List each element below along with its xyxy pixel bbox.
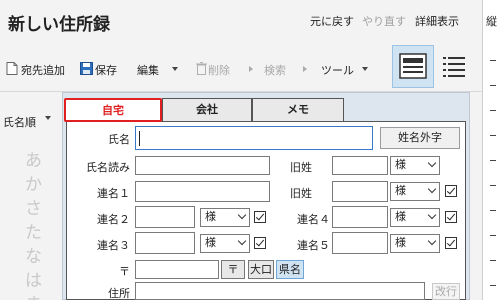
maiden-name-input[interactable] (332, 156, 388, 175)
joint-2-checkbox[interactable] (254, 211, 266, 223)
detail-view-button[interactable]: 詳細表示 (415, 13, 459, 29)
joint-name-1-label: 連名１ (97, 187, 130, 200)
name-input[interactable] (135, 126, 373, 150)
save-button[interactable]: 保存 (95, 62, 117, 78)
card-view-button[interactable] (392, 45, 434, 88)
joint-4-honorific-value: 様 (395, 210, 406, 223)
edit-menu-button[interactable]: 編集 (137, 62, 159, 78)
joint-5-checkbox[interactable] (445, 237, 457, 249)
joint-3-checkbox[interactable] (254, 237, 266, 249)
joint-name-5-label: 連名５ (297, 239, 330, 252)
joint-name-4-input[interactable] (332, 206, 388, 228)
joint-4-honorific-select[interactable]: 様 (390, 208, 440, 227)
maiden-honorific-value: 様 (395, 158, 406, 171)
kana-index-item[interactable]: さ (25, 194, 42, 219)
chevron-down-icon (172, 67, 178, 71)
tools-menu-button[interactable]: ツール (321, 62, 354, 78)
maiden-honorific-select[interactable]: 様 (390, 156, 440, 175)
prefecture-button[interactable]: 県名 (276, 260, 304, 279)
joint-name-3-label: 連名３ (97, 239, 130, 252)
preview-line (490, 135, 496, 136)
kana-index-item[interactable]: か (25, 170, 42, 195)
undo-button[interactable]: 元に戻す (310, 13, 354, 29)
name-label: 氏名 (108, 133, 130, 146)
name-outside-char-button[interactable]: 姓名外字 (380, 127, 460, 149)
preview-line (490, 185, 496, 186)
right-pane-label: 縦 (486, 15, 497, 28)
kana-index-item[interactable]: あ (25, 146, 42, 171)
save-icon (80, 62, 93, 75)
add-recipient-button[interactable]: 宛先追加 (21, 62, 65, 78)
postal-code-label: 〒 (119, 265, 130, 278)
joint-4-checkbox[interactable] (445, 211, 457, 223)
chevron-right-icon (249, 66, 253, 72)
window-title: 新しい住所録 (8, 15, 110, 35)
document-icon (6, 62, 18, 75)
edit-menu-label: 編集 (137, 64, 159, 77)
preview-line (490, 60, 496, 61)
preview-line (490, 85, 496, 86)
joint-maiden-label: 旧姓 (290, 187, 312, 200)
text-caret (139, 131, 140, 146)
tab-company[interactable]: 会社 (162, 98, 252, 122)
joint-name-2-label: 連名２ (97, 213, 130, 226)
kana-index-item[interactable]: た (25, 218, 42, 243)
name-reading-label: 氏名読み (86, 161, 130, 174)
chevron-down-icon (45, 116, 51, 120)
joint-name-2-input[interactable] (135, 206, 195, 228)
list-view-button[interactable] (442, 55, 466, 79)
joint-5-honorific-select[interactable]: 様 (390, 234, 440, 253)
kana-index-item[interactable]: な (25, 242, 42, 267)
chevron-down-icon (362, 67, 368, 71)
delete-button[interactable]: 削除 (208, 62, 230, 78)
joint-3-honorific-select[interactable]: 様 (200, 234, 250, 253)
joint-maiden-input[interactable] (332, 181, 388, 202)
postal-lookup-button[interactable]: 〒 (221, 260, 245, 279)
large-office-button[interactable]: 大口 (248, 260, 274, 279)
joint-2-honorific-value: 様 (205, 210, 216, 223)
joint-name-3-input[interactable] (135, 232, 195, 254)
preview-line (490, 235, 496, 236)
joint-name-1-input[interactable] (135, 181, 270, 202)
preview-line (490, 210, 496, 211)
tab-home[interactable]: 自宅 (64, 98, 162, 122)
address-label: 住所 (108, 287, 130, 300)
card-view-icon (399, 53, 427, 79)
preview-line (490, 260, 496, 261)
joint-1-honorific-select[interactable]: 様 (390, 182, 440, 201)
kana-index-item[interactable]: ま (25, 290, 42, 300)
joint-5-honorific-value: 様 (395, 236, 406, 249)
name-reading-input[interactable] (135, 156, 270, 175)
address-input[interactable] (135, 282, 425, 300)
newline-button[interactable]: 改行 (432, 283, 460, 300)
postal-code-input[interactable] (135, 260, 219, 279)
tab-memo[interactable]: メモ (252, 98, 344, 122)
preview-line (490, 110, 496, 111)
right-pane-edge (482, 0, 500, 300)
joint-name-5-input[interactable] (332, 232, 388, 254)
joint-1-honorific-value: 様 (395, 184, 406, 197)
maiden-name-label: 旧姓 (290, 161, 312, 174)
chevron-right-icon (303, 66, 307, 72)
search-button[interactable]: 検索 (264, 62, 286, 78)
joint-2-honorific-select[interactable]: 様 (200, 208, 250, 227)
preview-line (490, 160, 496, 161)
kana-index-item[interactable]: は (25, 266, 42, 291)
sort-order-dropdown[interactable]: 氏名順 (3, 114, 36, 130)
redo-button[interactable]: やり直す (362, 13, 406, 29)
preview-line (490, 285, 496, 286)
trash-icon (196, 62, 208, 75)
joint-1-checkbox[interactable] (445, 185, 457, 197)
joint-3-honorific-value: 様 (205, 236, 216, 249)
list-view-icon (443, 57, 465, 77)
joint-name-4-label: 連名４ (297, 213, 330, 226)
